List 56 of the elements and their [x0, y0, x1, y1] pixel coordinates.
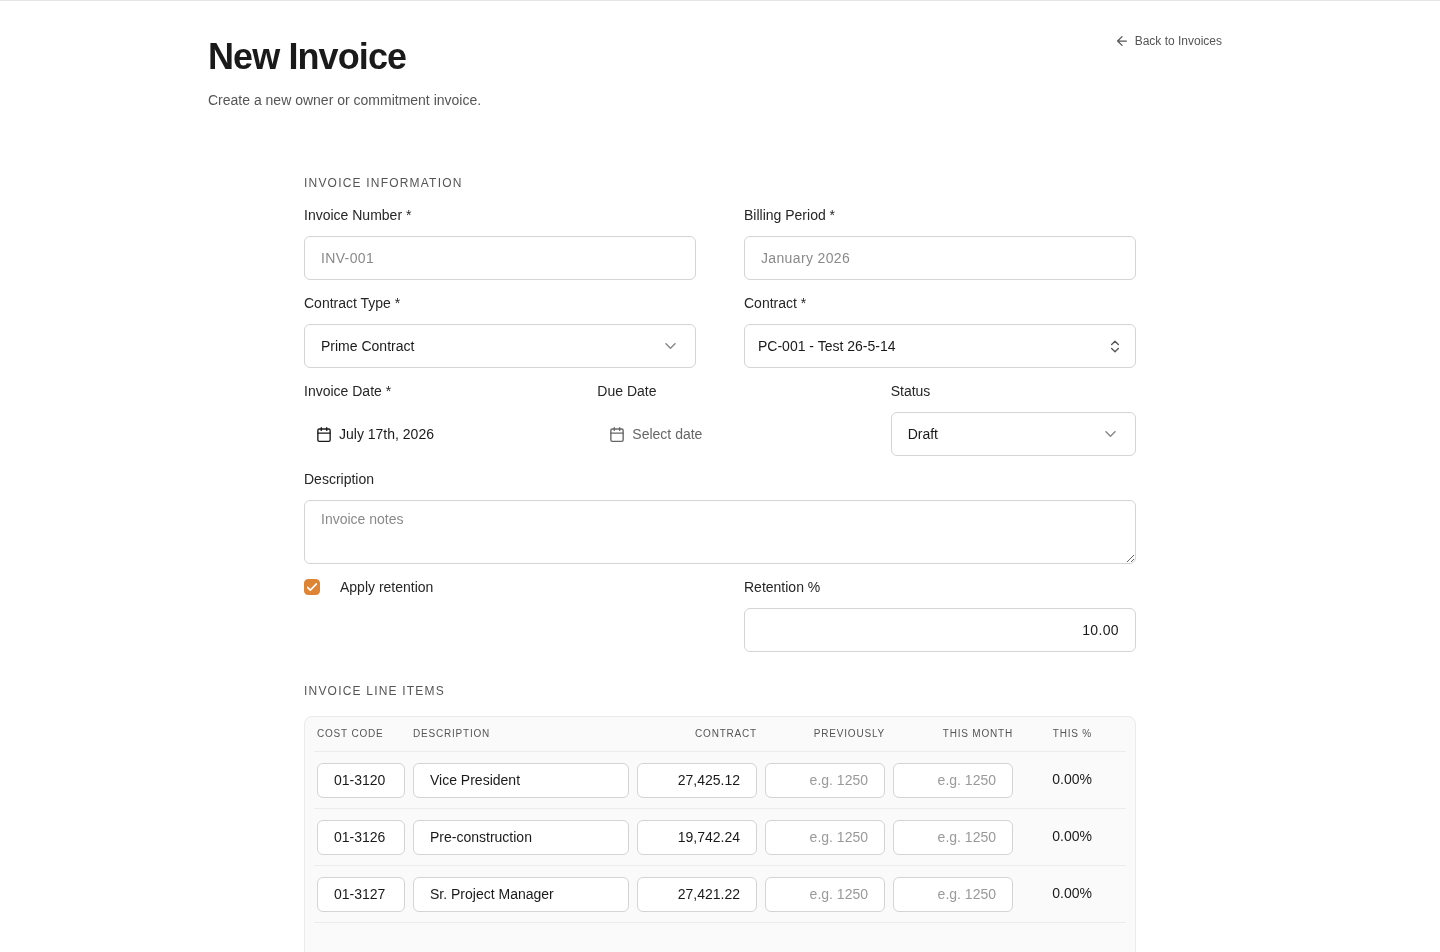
this-month-field[interactable]: e.g. 1250 — [893, 876, 1013, 912]
column-header: THIS % — [1052, 728, 1092, 740]
select-field[interactable]: Prime Contract — [304, 324, 696, 368]
cost-code-field[interactable]: 01-3126 — [317, 819, 405, 855]
description-field[interactable]: Pre-construction — [413, 819, 629, 855]
calendar-icon — [610, 426, 625, 442]
this-month-field[interactable]: e.g. 1250 — [893, 762, 1013, 798]
previously-billed-field[interactable]: e.g. 1250 — [765, 762, 885, 798]
percent-cell-text: 0.00% — [1052, 884, 1092, 903]
up-down-chevron-icon — [1111, 339, 1119, 353]
field-label: Description — [304, 470, 375, 489]
text-field[interactable]: INV-001 — [304, 236, 696, 280]
date-picker-button[interactable]: July 17th, 2026 — [304, 412, 446, 456]
checkbox-label: Apply retention — [340, 578, 434, 597]
calendar-icon — [317, 426, 331, 442]
arrow-left-icon — [1116, 36, 1127, 46]
cost-code-field[interactable]: 01-3127 — [317, 876, 405, 912]
number-field[interactable]: 10.00 — [744, 608, 1136, 652]
section-heading: INVOICE INFORMATION — [304, 175, 464, 191]
field-label: Retention % — [744, 578, 821, 597]
this-month-field[interactable]: e.g. 1250 — [893, 819, 1013, 855]
checkbox[interactable] — [304, 579, 320, 595]
field-label: Status — [890, 382, 931, 401]
section-heading: INVOICE LINE ITEMS — [304, 683, 446, 699]
page-subtitle: Create a new owner or commitment invoice. — [208, 91, 482, 110]
percent-cell-text: 0.00% — [1052, 827, 1092, 846]
previously-billed-field[interactable]: e.g. 1250 — [765, 819, 885, 855]
cost-code-field[interactable]: 01-3120 — [317, 762, 405, 798]
field-label: Invoice Number * — [304, 206, 412, 225]
field-label: Invoice Date * — [304, 382, 392, 401]
description-field[interactable]: Sr. Project Manager — [413, 876, 629, 912]
description-field[interactable]: Vice President — [413, 762, 629, 798]
date-picker-button[interactable]: Select date — [597, 412, 715, 456]
chevron-down-icon — [665, 343, 676, 349]
column-header: CONTRACT — [695, 728, 757, 740]
percent-cell-text: 0.00% — [1052, 770, 1092, 789]
notes-field[interactable]: Invoice notes — [304, 500, 1136, 564]
column-header: DESCRIPTION — [413, 728, 491, 740]
combobox[interactable]: PC-001 - Test 26-5-14 — [744, 324, 1136, 368]
column-header: PREVIOUSLY — [813, 728, 885, 740]
select-field[interactable]: Draft — [890, 412, 1136, 456]
column-header: THIS MONTH — [942, 728, 1013, 740]
contract-amount-field[interactable]: 27,421.22 — [637, 876, 757, 912]
field-label: Contract * — [744, 294, 807, 313]
field-label: Due Date — [597, 382, 657, 401]
column-header: COST CODE — [317, 728, 384, 740]
chevron-down-icon — [1105, 431, 1116, 437]
back-link[interactable]: Back to Invoices — [1116, 33, 1222, 49]
field-label: Billing Period * — [744, 206, 836, 225]
text-field[interactable]: January 2026 — [744, 236, 1136, 280]
field-label: Contract Type * — [304, 294, 401, 313]
previously-billed-field[interactable]: e.g. 1250 — [765, 876, 885, 912]
page-title: New Invoice — [208, 37, 408, 77]
check-icon — [307, 583, 317, 591]
contract-amount-field[interactable]: 27,425.12 — [637, 762, 757, 798]
contract-amount-field[interactable]: 19,742.24 — [637, 819, 757, 855]
